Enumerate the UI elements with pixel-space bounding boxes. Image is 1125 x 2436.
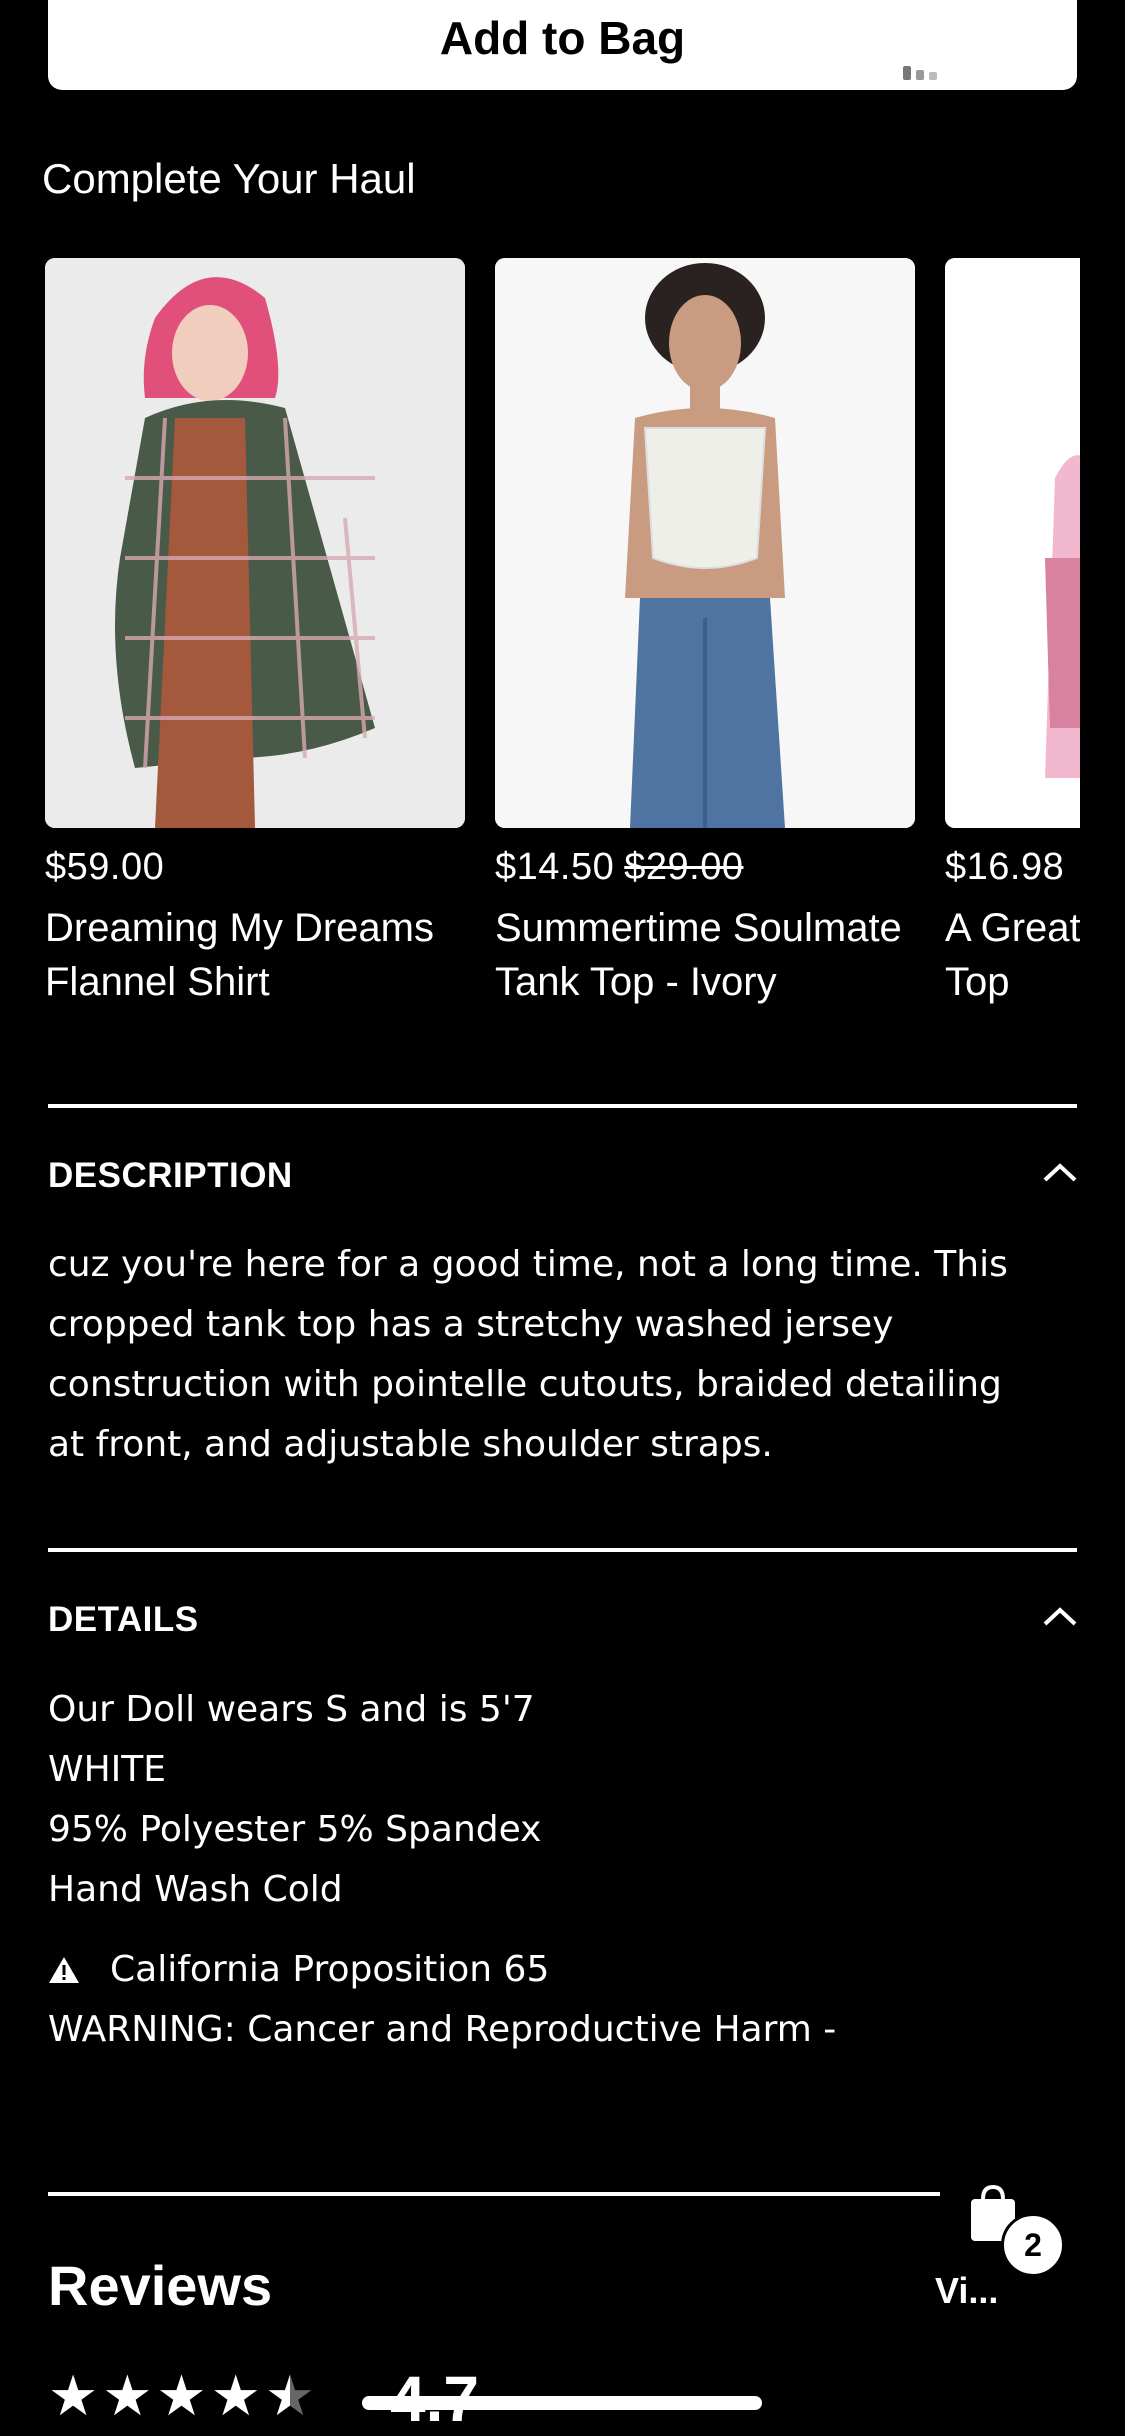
chevron-up-icon[interactable] <box>1043 1606 1077 1626</box>
product-price: $16.98 <box>945 846 1065 888</box>
star-icon: ★ <box>210 2364 261 2427</box>
haul-section-title: Complete Your Haul <box>42 155 416 202</box>
details-list: Our Doll wears S and is 5'7 WHITE 95% Po… <box>48 1680 1088 1920</box>
star-icon: ★ <box>48 2364 99 2427</box>
detail-line: Hand Wash Cold <box>48 1869 343 1910</box>
product-old-price: $29.00 <box>624 846 744 888</box>
product-price: $59.00 <box>45 846 165 888</box>
product-name[interactable]: A Great Top <box>945 901 1080 1009</box>
product-card[interactable]: $14.50 $29.00 Summertime Soulmate Tank Top… <box>495 258 915 1009</box>
prop65-warning: WARNING: Cancer and Reproductive Harm - <box>48 2009 837 2050</box>
details-accordion-header[interactable]: DETAILS <box>48 1594 1077 1644</box>
prop65-title: California Proposition 65 <box>110 1949 550 1990</box>
bag-button[interactable]: 2 <box>965 2185 1065 2277</box>
reviews-title: Reviews <box>48 2254 273 2317</box>
prop65-block: California Proposition 65 WARNING: Cance… <box>48 1940 1088 2060</box>
description-text: cuz you're here for a good time, not a l… <box>48 1244 1008 1465</box>
star-icon: ★ <box>156 2364 207 2427</box>
detail-line: 95% Polyester 5% Spandex <box>48 1809 542 1850</box>
haul-carousel[interactable]: $59.00 Dreaming My Dreams Flannel Shirt $… <box>45 258 1080 1018</box>
product-card[interactable]: $16.98 A Great Top <box>945 258 1080 1009</box>
product-name[interactable]: Dreaming My Dreams Flannel Shirt <box>45 901 465 1009</box>
bag-count-badge: 2 <box>1001 2213 1065 2277</box>
view-all-link[interactable]: Vi... <box>935 2270 998 2312</box>
star-icon: ★ <box>102 2364 153 2427</box>
detail-line: WHITE <box>48 1749 167 1790</box>
detail-line: Our Doll wears S and is 5'7 <box>48 1689 535 1730</box>
warning-icon <box>49 1957 79 1983</box>
star-rating: ★ ★ ★ ★ ★ <box>48 2368 315 2424</box>
half-star-icon: ★ <box>264 2364 316 2427</box>
product-image[interactable] <box>45 258 465 828</box>
divider <box>48 2192 940 2196</box>
description-accordion-header[interactable]: DESCRIPTION <box>48 1150 1077 1200</box>
description-heading: DESCRIPTION <box>48 1156 293 1195</box>
product-image[interactable] <box>945 258 1080 828</box>
product-price: $14.50 $29.00 <box>495 846 744 888</box>
product-card[interactable]: $59.00 Dreaming My Dreams Flannel Shirt <box>45 258 465 1009</box>
loading-indicator <box>903 66 937 80</box>
details-heading: DETAILS <box>48 1600 199 1639</box>
product-name[interactable]: Summertime Soulmate Tank Top - Ivory <box>495 901 915 1009</box>
chevron-up-icon[interactable] <box>1043 1162 1077 1182</box>
divider <box>48 1548 1077 1552</box>
product-image[interactable] <box>495 258 915 828</box>
divider <box>48 1104 1077 1108</box>
add-to-bag-button[interactable]: Add to Bag <box>48 0 1077 90</box>
rating-bar <box>362 2396 762 2410</box>
add-to-bag-label: Add to Bag <box>439 12 686 64</box>
